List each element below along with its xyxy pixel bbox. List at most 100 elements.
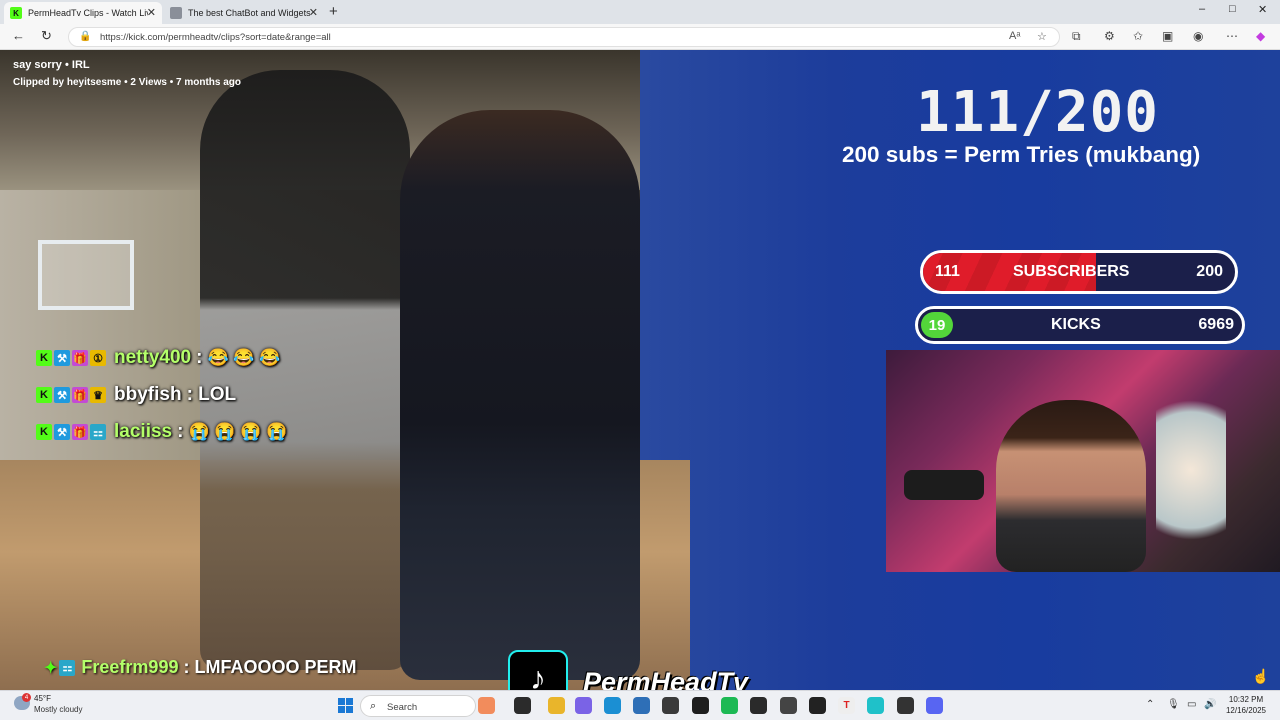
back-arrow-icon[interactable]: ←: [12, 28, 25, 43]
tab-chatbot-widgets[interactable]: The best ChatBot and Widgets fo ✕: [164, 2, 324, 24]
chat-username: laciiss: [114, 421, 173, 442]
page-favicon-icon: [170, 7, 182, 19]
streamer-figure: [200, 70, 410, 670]
clip-title: say sorry • IRL: [13, 59, 90, 71]
spotify-icon[interactable]: [721, 697, 738, 714]
kick-favicon-icon: K: [10, 7, 22, 19]
chat-username: bbyfish: [114, 384, 182, 405]
collections-icon[interactable]: ▣: [1162, 29, 1173, 43]
copilot-app-icon[interactable]: [575, 697, 592, 714]
subscribers-goal-bar: 111 SUBSCRIBERS 200: [920, 250, 1238, 294]
kick-badge-icon: K: [36, 387, 52, 403]
close-tab-icon[interactable]: ✕: [309, 6, 318, 19]
moderator-badge-icon: ⚒: [54, 387, 70, 403]
tab-title: PermHeadTv Clips - Watch Live o: [28, 8, 148, 18]
weather-temperature[interactable]: 45°F: [34, 694, 51, 703]
close-tab-icon[interactable]: ✕: [147, 6, 156, 19]
read-aloud-icon[interactable]: Aᵃ: [1009, 30, 1020, 42]
search-placeholder: Search: [387, 702, 418, 713]
github-app-icon[interactable]: [692, 697, 709, 714]
search-icon: ⌕: [370, 700, 377, 712]
chat-text: :: [177, 421, 184, 442]
moderator-badge-icon: ⚒: [54, 424, 70, 440]
chat-username: Freefrm999: [81, 657, 179, 677]
maximize-button[interactable]: □: [1229, 3, 1236, 15]
kicks-current: 19: [921, 312, 953, 338]
windows-taskbar: 4 45°F Mostly cloudy ⌕ Search T ⌃ 🎙 ▭ 🔊 …: [0, 690, 1280, 720]
store-app-icon[interactable]: [633, 697, 650, 714]
copilot-icon[interactable]: ◆: [1256, 29, 1265, 43]
subs-target: 200: [1196, 263, 1223, 280]
mouse-cursor-icon: ☝: [1252, 668, 1270, 684]
microphone: [904, 470, 984, 500]
favorite-star-icon[interactable]: ☆: [1037, 30, 1047, 43]
address-bar[interactable]: 🔒 https://kick.com/permheadtv/clips?sort…: [68, 27, 1060, 47]
christmas-tree: [1156, 380, 1226, 560]
edge-browser-icon[interactable]: [604, 697, 621, 714]
profile-avatar-icon[interactable]: ◉: [1193, 29, 1203, 43]
streamer-webcam-figure: [996, 400, 1146, 572]
extension-icon[interactable]: ⚙: [1104, 29, 1115, 43]
gift-badge-icon: 🎁: [72, 350, 88, 366]
clip-video-player[interactable]: say sorry • IRL Clipped by heyitsesme • …: [0, 50, 1280, 690]
epic-games-icon[interactable]: [897, 697, 914, 714]
more-menu-icon[interactable]: ⋯: [1226, 29, 1238, 43]
weather-condition[interactable]: Mostly cloudy: [34, 705, 82, 714]
kicks-goal-bar: 19 KICKS 6969: [915, 306, 1245, 344]
chat-text: :: [196, 347, 203, 368]
gift-badge-icon: 🎁: [72, 424, 88, 440]
chat-text: : LOL: [186, 384, 237, 405]
file-explorer-icon[interactable]: [548, 697, 565, 714]
kick-badge-icon: K: [36, 350, 52, 366]
crown-badge-icon: ♛: [90, 387, 106, 403]
favorites-icon[interactable]: ✩: [1133, 29, 1143, 43]
windows-start-icon[interactable]: [338, 698, 353, 713]
taskbar-search[interactable]: ⌕ Search: [360, 695, 476, 717]
terminal-icon[interactable]: [750, 697, 767, 714]
microphone-icon[interactable]: 🎙: [1167, 699, 1180, 710]
capcut-app-icon[interactable]: [867, 697, 884, 714]
moderator-badge-icon: ⚒: [54, 350, 70, 366]
chat-message: K ⚒ 🎁 ♛ bbyfish : LOL: [36, 384, 236, 406]
task-view-icon[interactable]: [514, 697, 531, 714]
arrow-app-icon[interactable]: [809, 697, 826, 714]
tab-kick-clips[interactable]: K PermHeadTv Clips - Watch Live o ✕: [4, 2, 162, 24]
minimize-button[interactable]: –: [1199, 3, 1205, 15]
chat-username: netty400: [114, 347, 192, 368]
bottom-chat-message: ✦ ⚏ Freefrm999 : LMFAOOOO PERM: [44, 657, 356, 678]
weather-notification-badge: 4: [22, 693, 31, 702]
discord-icon[interactable]: [926, 697, 943, 714]
refresh-icon[interactable]: ↻: [41, 28, 52, 44]
gift-badge-icon: 🎁: [72, 387, 88, 403]
new-tab-button[interactable]: +: [329, 3, 338, 20]
sparkle-badge-icon: ✦: [44, 659, 58, 677]
chat-message: K ⚒ 🎁 ⚏ laciiss : 😭 😭 😭 😭: [36, 421, 287, 443]
steam-icon[interactable]: [780, 697, 797, 714]
kicks-target: 6969: [1198, 316, 1234, 333]
show-hidden-icons[interactable]: ⌃: [1146, 699, 1154, 710]
tiktok-logo-icon: ♪: [508, 650, 568, 690]
browser-tab-strip: K PermHeadTv Clips - Watch Live o ✕ The …: [0, 0, 1280, 24]
goal-description: 200 subs = Perm Tries (mukbang): [842, 142, 1201, 167]
extensions-icon[interactable]: ⧉: [1072, 29, 1081, 44]
obs-app-icon[interactable]: [662, 697, 679, 714]
tinder-app-icon[interactable]: T: [838, 697, 855, 714]
clip-meta: Clipped by heyitsesme • 2 Views • 7 mont…: [13, 77, 241, 88]
site-info-icon[interactable]: 🔒: [79, 31, 91, 42]
clock-time: 10:32 PM: [1228, 695, 1264, 704]
tab-title: The best ChatBot and Widgets fo: [188, 8, 310, 18]
webcam-overlay: [886, 350, 1280, 572]
goal-counter: 111/200: [916, 80, 1160, 145]
crying-emote-icon: 😭 😭 😭 😭: [188, 422, 288, 441]
channel-brand-name: PermHeadTv: [583, 667, 749, 690]
system-clock[interactable]: 10:32 PM 12/16/2025: [1222, 694, 1270, 716]
subs-label: SUBSCRIBERS: [1013, 263, 1130, 280]
volume-icon[interactable]: 🔊: [1204, 699, 1216, 710]
network-icon[interactable]: ▭: [1187, 699, 1196, 710]
widget-app-icon[interactable]: [478, 697, 495, 714]
kick-badge-icon: K: [36, 424, 52, 440]
browser-toolbar: ← ↻ 🔒 https://kick.com/permheadtv/clips?…: [0, 24, 1280, 50]
close-window-button[interactable]: ✕: [1258, 3, 1267, 16]
subs-current: 111: [935, 263, 960, 280]
kicks-label: KICKS: [1051, 316, 1101, 333]
